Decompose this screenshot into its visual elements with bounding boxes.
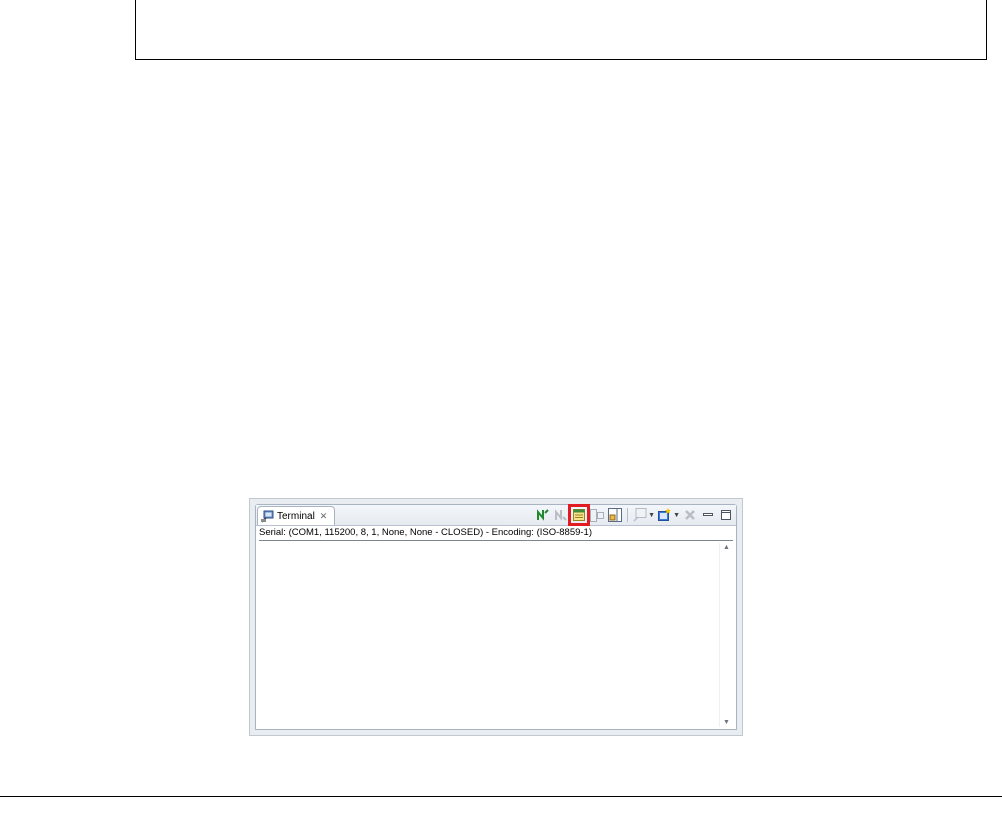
copy-button[interactable]	[632, 507, 648, 523]
minimize-button[interactable]	[700, 507, 716, 523]
terminal-view: Terminal ✕ ▼ ▼ Serial: (COM1, 115200, 8,…	[249, 498, 743, 736]
copy-icon	[633, 508, 647, 522]
copy-dropdown-icon[interactable]: ▼	[648, 512, 655, 519]
scroll-lock-icon	[608, 508, 623, 522]
remove-terminal-button[interactable]	[682, 507, 698, 523]
maximize-button[interactable]	[718, 507, 734, 523]
terminal-output-area[interactable]	[256, 542, 736, 729]
connect-icon	[537, 509, 549, 521]
scroll-lock-button[interactable]	[607, 507, 623, 523]
scroll-up-arrow-icon[interactable]: ▲	[723, 544, 730, 551]
toolbar-separator	[627, 508, 629, 522]
toggle-command-input-icon	[590, 508, 605, 522]
new-terminal-button[interactable]	[657, 507, 673, 523]
settings-button[interactable]	[568, 504, 591, 526]
new-terminal-dropdown-icon[interactable]: ▼	[673, 512, 680, 519]
document-header-box	[135, 0, 987, 60]
disconnect-icon	[555, 509, 567, 521]
scroll-down-arrow-icon[interactable]: ▼	[723, 719, 730, 726]
terminal-status-line: Serial: (COM1, 115200, 8, 1, None, None …	[259, 527, 733, 541]
tab-terminal-label: Terminal	[277, 510, 315, 522]
new-terminal-icon	[658, 508, 672, 521]
tab-close-icon[interactable]: ✕	[320, 511, 328, 522]
remove-terminal-icon	[685, 510, 695, 520]
view-toolbar: ▼ ▼	[535, 504, 734, 526]
minimize-icon	[703, 513, 713, 516]
connect-button[interactable]	[535, 507, 551, 523]
toggle-command-input-button[interactable]	[589, 507, 605, 523]
maximize-icon	[721, 510, 731, 520]
vertical-scrollbar[interactable]: ▲ ▼	[719, 543, 734, 727]
terminal-icon	[261, 510, 274, 523]
tab-terminal[interactable]: Terminal ✕	[257, 506, 335, 525]
view-tab-bar: Terminal ✕ ▼ ▼	[256, 504, 736, 526]
page-footer-rule	[0, 796, 1002, 797]
disconnect-button[interactable]	[553, 507, 569, 523]
settings-icon	[573, 509, 586, 521]
terminal-panel: Terminal ✕ ▼ ▼ Serial: (COM1, 115200, 8,…	[255, 504, 737, 730]
